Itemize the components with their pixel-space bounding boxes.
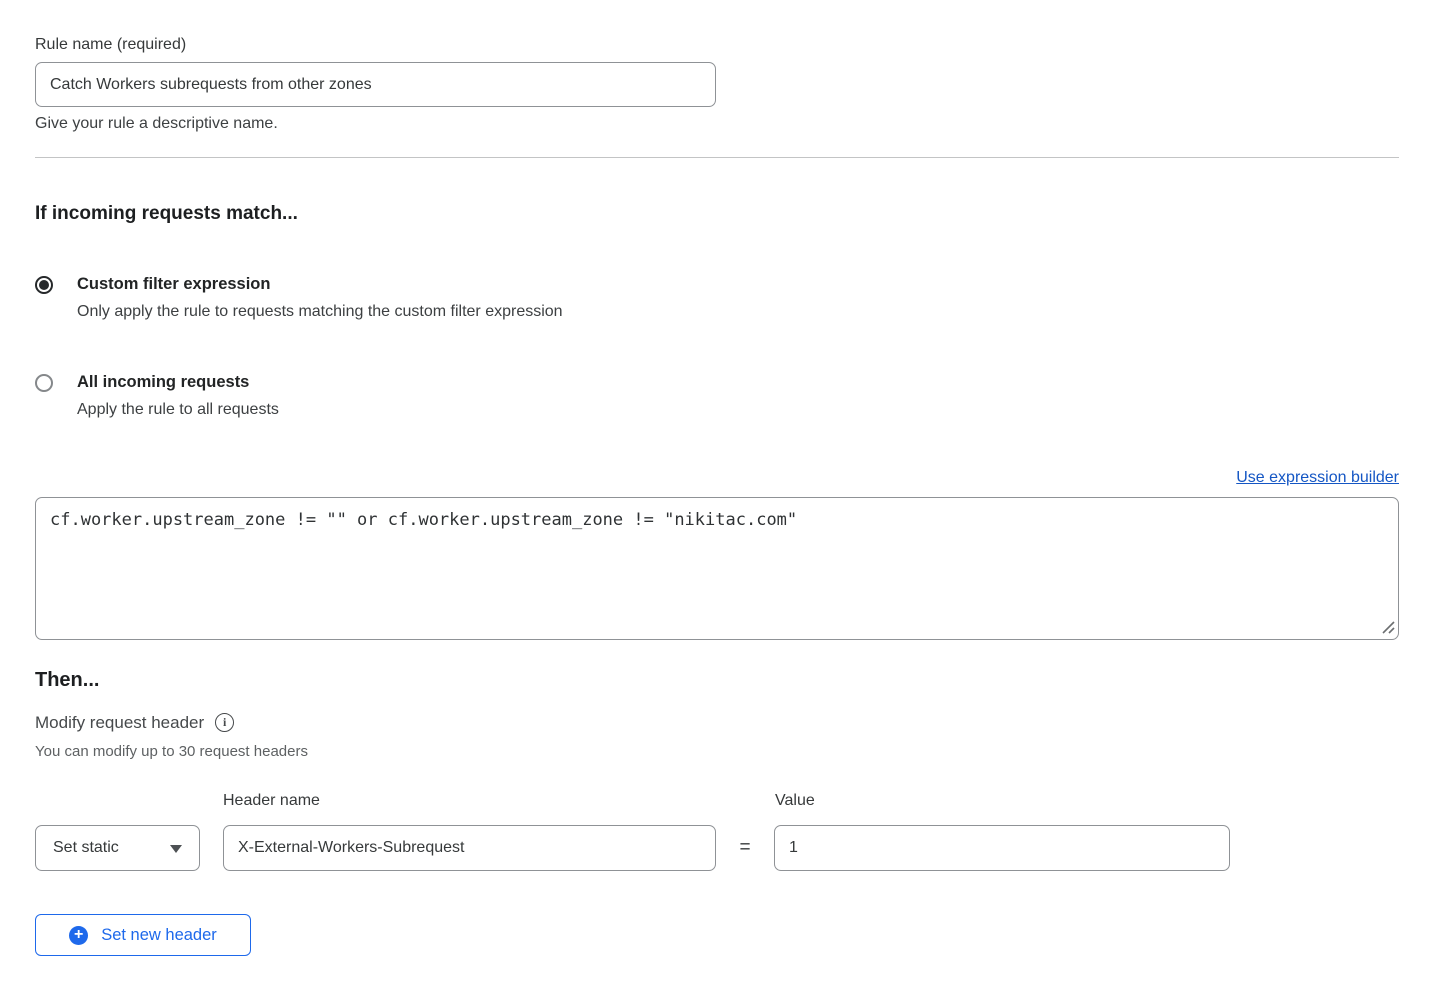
radio-option-description: Apply the rule to all requests	[77, 400, 279, 420]
chevron-down-icon	[170, 845, 182, 853]
rule-name-help: Give your rule a descriptive name.	[35, 114, 1399, 133]
plus-icon: +	[69, 926, 88, 945]
header-name-input[interactable]	[223, 825, 716, 871]
radio-option-description: Only apply the rule to requests matching…	[77, 302, 563, 322]
filter-expression-textarea[interactable]: cf.worker.upstream_zone != "" or cf.work…	[35, 497, 1399, 640]
rule-name-label: Rule name (required)	[35, 35, 1399, 54]
operation-select-value: Set static	[53, 839, 119, 857]
radio-option-custom-filter[interactable]: Custom filter expression Only apply the …	[35, 274, 1399, 322]
modify-header-help: You can modify up to 30 request headers	[35, 743, 1399, 761]
expression-editor: cf.worker.upstream_zone != "" or cf.work…	[35, 497, 1399, 640]
header-row: Set static =	[35, 825, 1399, 871]
builder-link-row: Use expression builder	[35, 468, 1399, 488]
radio-button-icon[interactable]	[35, 374, 53, 392]
set-new-header-button[interactable]: + Set new header	[35, 914, 251, 956]
resize-handle-icon[interactable]	[1381, 620, 1395, 634]
radio-option-all-requests[interactable]: All incoming requests Apply the rule to …	[35, 372, 1399, 420]
then-section-heading: Then...	[35, 668, 1399, 692]
rule-editor-form: Rule name (required) Give your rule a de…	[0, 0, 1446, 956]
info-icon[interactable]: i	[215, 713, 234, 732]
use-expression-builder-link[interactable]: Use expression builder	[1236, 469, 1399, 486]
header-value-input[interactable]	[774, 825, 1230, 871]
header-row-labels: Header name Value	[35, 791, 1399, 810]
radio-button-icon[interactable]	[35, 276, 53, 294]
radio-option-label: All incoming requests	[77, 372, 279, 392]
radio-option-label: Custom filter expression	[77, 274, 563, 294]
operation-select[interactable]: Set static	[35, 825, 200, 871]
modify-request-header-label: Modify request header	[35, 712, 204, 733]
header-name-label: Header name	[223, 791, 320, 810]
value-label: Value	[775, 791, 815, 810]
rule-name-input[interactable]	[35, 62, 716, 107]
match-section-heading: If incoming requests match...	[35, 202, 1399, 225]
section-divider	[35, 157, 1399, 158]
equals-sign: =	[716, 837, 774, 859]
set-new-header-label: Set new header	[101, 926, 217, 945]
